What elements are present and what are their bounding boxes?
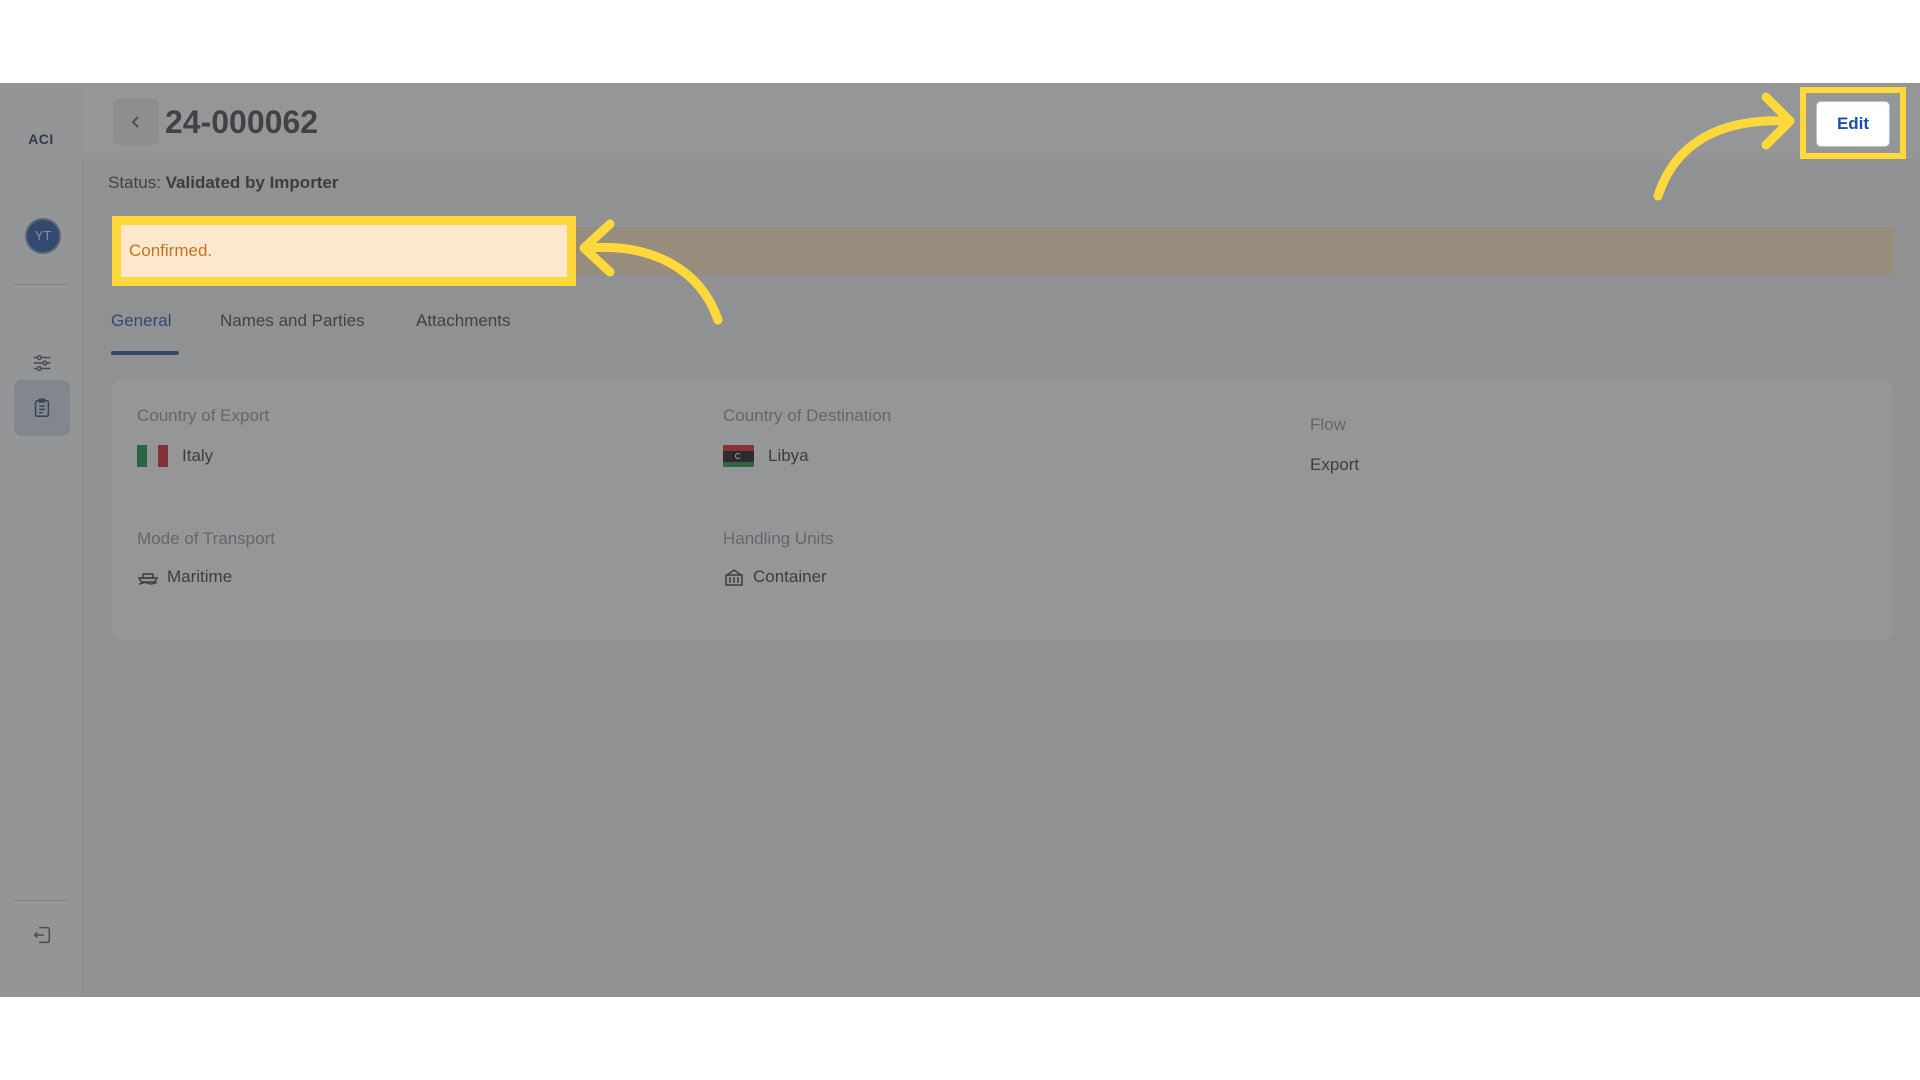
handling-units-value: Container [723,567,827,587]
tab-names-and-parties[interactable]: Names and Parties [220,311,365,331]
country-of-destination-value: Libya [723,445,809,467]
flow-label: Flow [1310,415,1346,434]
logout-button[interactable] [14,907,70,963]
status-label: Status: [108,173,161,192]
status-line: Status: Validated by Importer [108,173,339,193]
sidebar-divider [14,284,70,285]
clipboard-icon [34,398,50,417]
tab-label: General [111,311,172,330]
mode-of-transport-label: Mode of Transport [137,529,275,548]
country-of-export-label: Country of Export [137,406,270,425]
app-logo: ACI [28,131,54,147]
mode-of-transport-text: Maritime [167,567,233,586]
libya-flag-icon [723,445,754,467]
chevron-left-icon [131,116,139,128]
handling-units-label: Handling Units [723,529,834,548]
app-window: ACI YT 24-000062 Status: Validated by Im… [0,83,1920,997]
sidebar-divider [14,900,70,901]
handling-units-text: Container [753,567,827,586]
ship-icon [137,573,159,585]
container-icon [725,569,743,586]
sidebar: ACI YT [0,83,83,997]
back-button[interactable] [113,99,159,145]
country-of-export-text: Italy [182,446,214,465]
country-of-destination-text: Libya [768,446,809,465]
tab-attachments[interactable]: Attachments [416,311,511,331]
page-header: 24-000062 [82,83,1920,159]
settings-sliders-icon [33,354,51,372]
active-tab-indicator [111,351,179,355]
edit-button[interactable]: Edit [1816,101,1890,147]
mode-of-transport-value: Maritime [137,567,232,587]
page-title: 24-000062 [165,104,319,140]
logout-icon [33,926,51,944]
country-of-export-value: Italy [137,445,213,467]
flow-value: Export [1310,455,1360,474]
country-of-destination-label: Country of Destination [723,406,892,425]
tab-general[interactable]: General [111,311,179,355]
general-details-card: Country of Export Italy Country of Desti… [112,379,1892,641]
user-avatar[interactable]: YT [25,218,61,254]
sidebar-item-declarations[interactable] [14,380,70,436]
status-value: Validated by Importer [165,173,339,192]
alert-message: Confirmed. [129,241,213,260]
italy-flag-icon [137,445,168,467]
